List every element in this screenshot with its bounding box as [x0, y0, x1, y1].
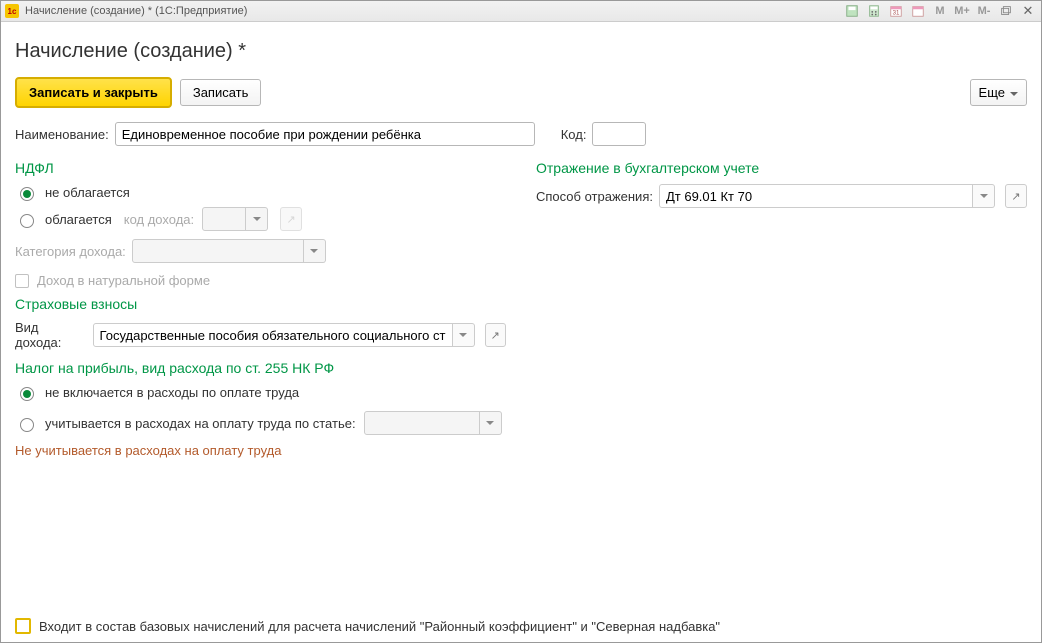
save-button[interactable]: Записать	[180, 79, 262, 106]
m-icon[interactable]: M	[931, 3, 949, 19]
left-col: НДФЛ не облагается облагается код дохода…	[15, 156, 506, 458]
income-category-label: Категория дохода:	[15, 244, 126, 259]
insurance-title: Страховые взносы	[15, 296, 506, 312]
right-col: Отражение в бухгалтерском учете Способ о…	[536, 156, 1027, 218]
m-minus-icon[interactable]: M-	[975, 3, 993, 19]
code-label: Код:	[561, 127, 587, 142]
insurance-kind-input[interactable]	[93, 323, 453, 347]
window-restore-icon[interactable]	[997, 3, 1015, 19]
m-plus-icon[interactable]: M+	[953, 3, 971, 19]
profit-tax-title: Налог на прибыль, вид расхода по ст. 255…	[15, 360, 506, 376]
insurance-kind-open-icon[interactable]: ↗	[485, 323, 506, 347]
base-calc-checkbox[interactable]	[15, 618, 31, 634]
name-label: Наименование:	[15, 127, 109, 142]
insurance-kind-label: Вид дохода:	[15, 320, 87, 350]
save-and-close-button[interactable]: Записать и закрыть	[15, 77, 172, 108]
ndfl-not-taxed-row: не облагается	[15, 184, 506, 201]
income-code-input	[202, 207, 246, 231]
ndfl-taxed-label: облагается	[45, 212, 112, 227]
titlebar: 1c Начисление (создание) * (1С:Предприят…	[1, 1, 1041, 22]
insurance-kind-dropdown[interactable]	[453, 323, 475, 347]
ndfl-title: НДФЛ	[15, 160, 506, 176]
profit-note: Не учитывается в расходах на оплату труд…	[15, 443, 506, 458]
profit-article-dropdown	[480, 411, 502, 435]
svg-text:31: 31	[893, 10, 900, 17]
page-title: Начисление (создание) *	[15, 40, 1027, 63]
profit-not-included-row: не включается в расходы по оплате труда	[15, 384, 506, 401]
close-icon[interactable]: ✕	[1019, 3, 1037, 19]
income-code-open-icon: ↗	[280, 207, 302, 231]
in-kind-label: Доход в натуральной форме	[37, 273, 210, 288]
columns: НДФЛ не облагается облагается код дохода…	[15, 156, 1027, 458]
income-category-dropdown	[304, 239, 326, 263]
in-kind-row: Доход в натуральной форме	[15, 273, 506, 288]
more-button[interactable]: Еще	[970, 79, 1027, 106]
ndfl-taxed-row: облагается код дохода: ↗	[15, 207, 506, 231]
profit-not-included-radio[interactable]	[20, 387, 34, 401]
code-input[interactable]	[592, 122, 646, 146]
income-code-combo	[202, 207, 268, 231]
ndfl-not-taxed-radio[interactable]	[20, 187, 34, 201]
income-category-input	[132, 239, 304, 263]
profit-included-radio[interactable]	[20, 418, 34, 432]
calendar-icon[interactable]	[909, 3, 927, 19]
accounting-title: Отражение в бухгалтерском учете	[536, 160, 1027, 176]
app-window: 1c Начисление (создание) * (1С:Предприят…	[0, 0, 1042, 643]
window-title: Начисление (создание) * (1С:Предприятие)	[25, 5, 247, 17]
more-button-label: Еще	[979, 85, 1005, 100]
name-code-row: Наименование: Код:	[15, 122, 1027, 146]
ndfl-taxed-radio[interactable]	[20, 214, 34, 228]
toolbar: Записать и закрыть Записать Еще	[15, 77, 1027, 108]
content: Начисление (создание) * Записать и закры…	[1, 22, 1041, 642]
name-input[interactable]	[115, 122, 535, 146]
income-code-label: код дохода:	[124, 212, 194, 227]
accounting-method-input[interactable]	[659, 184, 973, 208]
insurance-kind-row: Вид дохода: ↗	[15, 320, 506, 350]
ndfl-not-taxed-label: не облагается	[45, 185, 130, 200]
in-kind-checkbox	[15, 274, 29, 288]
accounting-method-row: Способ отражения: ↗	[536, 184, 1027, 208]
profit-article-combo	[364, 411, 502, 435]
profit-included-label: учитывается в расходах на оплату труда п…	[45, 416, 356, 431]
profit-article-input	[364, 411, 480, 435]
footer: Входит в состав базовых начислений для р…	[15, 608, 1027, 634]
accounting-method-combo[interactable]	[659, 184, 995, 208]
app-icon: 1c	[5, 4, 19, 18]
income-category-row: Категория дохода:	[15, 239, 506, 263]
accounting-method-open-icon[interactable]: ↗	[1005, 184, 1027, 208]
profit-not-included-label: не включается в расходы по оплате труда	[45, 385, 299, 400]
insurance-kind-combo[interactable]	[93, 323, 475, 347]
profit-included-row: учитывается в расходах на оплату труда п…	[15, 411, 506, 435]
accounting-method-label: Способ отражения:	[536, 189, 653, 204]
save-icon[interactable]	[843, 3, 861, 19]
accounting-method-dropdown[interactable]	[973, 184, 995, 208]
base-calc-label: Входит в состав базовых начислений для р…	[39, 619, 720, 634]
titlebar-icons: 31 M M+ M- ✕	[843, 3, 1037, 19]
income-code-dropdown	[246, 207, 268, 231]
calendar-numbered-icon[interactable]: 31	[887, 3, 905, 19]
calc-icon[interactable]	[865, 3, 883, 19]
income-category-combo	[132, 239, 326, 263]
